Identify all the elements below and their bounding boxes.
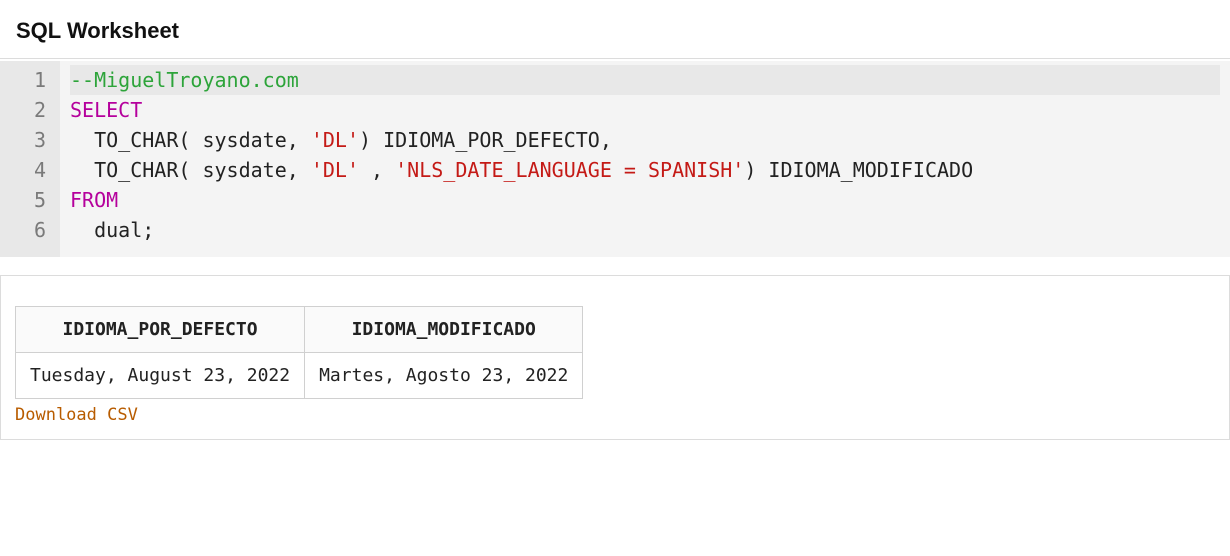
line-number: 4 (14, 155, 46, 185)
code-line[interactable]: TO_CHAR( sysdate, 'DL' , 'NLS_DATE_LANGU… (70, 155, 1220, 185)
code-line[interactable]: FROM (70, 185, 1220, 215)
line-number: 2 (14, 95, 46, 125)
results-table: IDIOMA_POR_DEFECTOIDIOMA_MODIFICADO Tues… (15, 306, 583, 399)
line-gutter: 123456 (0, 61, 60, 257)
column-header: IDIOMA_POR_DEFECTO (16, 307, 305, 353)
code-line[interactable]: SELECT (70, 95, 1220, 125)
table-cell: Martes, Agosto 23, 2022 (305, 353, 583, 399)
code-token: TO_CHAR( sysdate, (70, 128, 311, 152)
header-divider (0, 58, 1230, 59)
code-token: FROM (70, 188, 118, 212)
line-number: 6 (14, 215, 46, 245)
code-token: TO_CHAR( sysdate, (70, 158, 311, 182)
code-area[interactable]: --MiguelTroyano.com SELECT TO_CHAR( sysda… (60, 61, 1230, 257)
code-token: ) IDIOMA_POR_DEFECTO, (359, 128, 612, 152)
sql-editor[interactable]: 123456 --MiguelTroyano.com SELECT TO_CHAR… (0, 61, 1230, 257)
code-line[interactable]: --MiguelTroyano.com (70, 65, 1220, 95)
code-token: ) IDIOMA_MODIFICADO (744, 158, 973, 182)
results-panel: IDIOMA_POR_DEFECTOIDIOMA_MODIFICADO Tues… (0, 275, 1230, 440)
code-line[interactable]: dual; (70, 215, 1220, 245)
code-token: , (359, 158, 395, 182)
download-csv-link[interactable]: Download CSV (15, 405, 138, 425)
line-number: 5 (14, 185, 46, 215)
column-header: IDIOMA_MODIFICADO (305, 307, 583, 353)
code-token: dual; (70, 218, 154, 242)
code-token: SELECT (70, 98, 142, 122)
worksheet-header: SQL Worksheet (0, 0, 1230, 58)
table-cell: Tuesday, August 23, 2022 (16, 353, 305, 399)
code-token: --MiguelTroyano.com (70, 68, 299, 92)
page-title: SQL Worksheet (16, 18, 1214, 44)
code-token: 'DL' (311, 158, 359, 182)
line-number: 3 (14, 125, 46, 155)
table-row: Tuesday, August 23, 2022Martes, Agosto 2… (16, 353, 583, 399)
line-number: 1 (14, 65, 46, 95)
results-header-row: IDIOMA_POR_DEFECTOIDIOMA_MODIFICADO (16, 307, 583, 353)
code-token: 'DL' (311, 128, 359, 152)
code-line[interactable]: TO_CHAR( sysdate, 'DL') IDIOMA_POR_DEFEC… (70, 125, 1220, 155)
code-token: 'NLS_DATE_LANGUAGE = SPANISH' (395, 158, 744, 182)
